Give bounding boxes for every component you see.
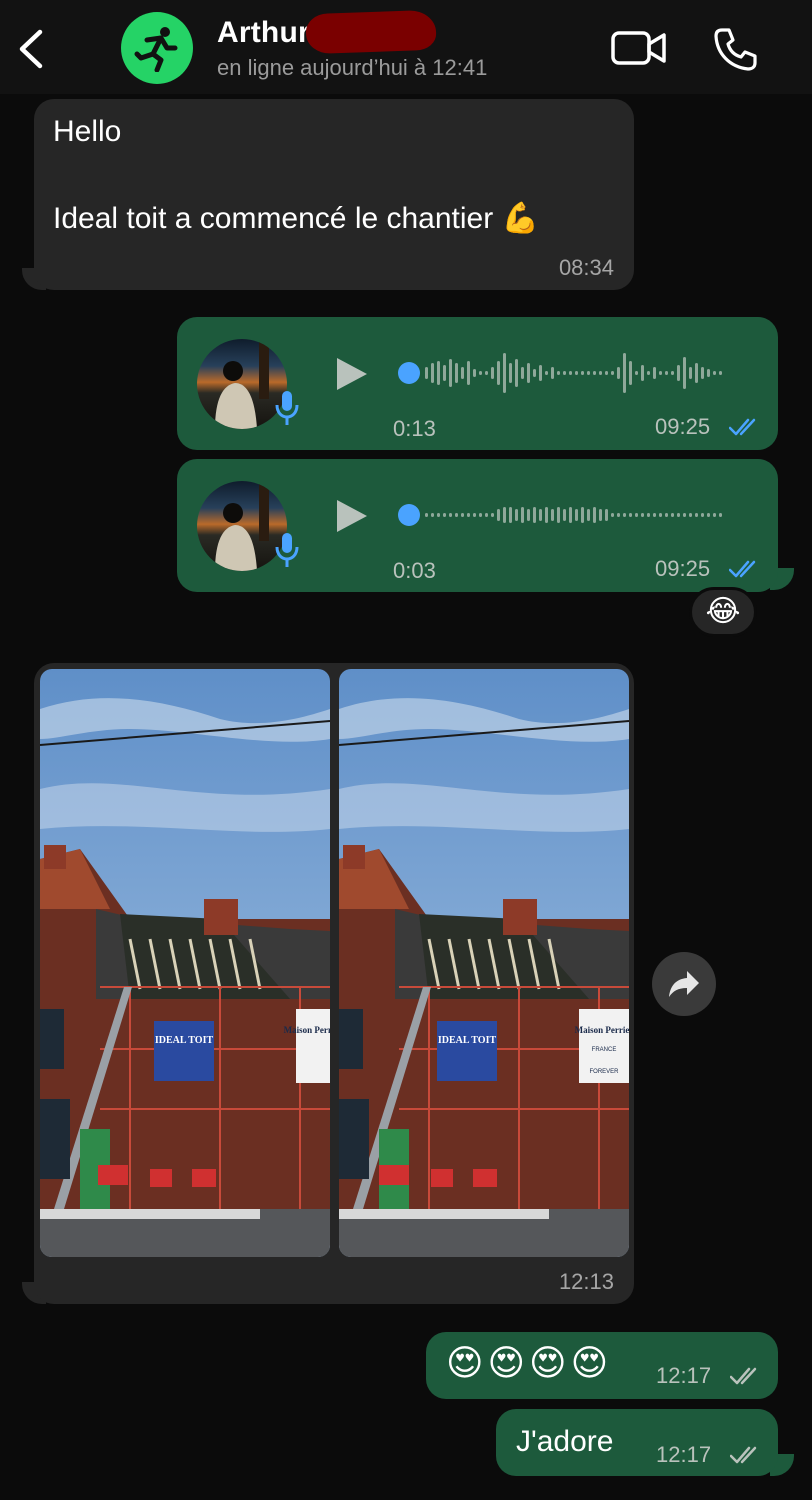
voice-message-bubble[interactable]: 0:13 09:25: [177, 317, 778, 450]
sign-france: FRANCE: [592, 1047, 617, 1053]
contact-name[interactable]: Arthur: [217, 16, 310, 50]
runner-icon: [134, 27, 178, 72]
message-text: Hello: [53, 115, 122, 148]
voice-message-bubble[interactable]: 0:03 09:25: [177, 459, 778, 592]
message-time: 08:34: [558, 255, 614, 280]
message-time: 09:25: [655, 556, 711, 581]
phone-icon[interactable]: [712, 26, 758, 72]
audio-waveform[interactable]: [397, 349, 747, 397]
message-text: J'adore: [516, 1425, 614, 1458]
building-photo: IDEAL TOIT Maison Perrier: [40, 669, 330, 1257]
message-time: 12:13: [558, 1269, 614, 1294]
forward-button[interactable]: [652, 952, 716, 1016]
chevron-left-icon[interactable]: [14, 28, 48, 70]
contact-avatar[interactable]: [121, 12, 193, 84]
voice-duration: 0:03: [393, 558, 436, 583]
message-text: Ideal toit a commencé le chantier 💪: [53, 202, 539, 235]
message-bubble-outgoing[interactable]: 😍😍😍😍 12:17: [426, 1332, 778, 1399]
sign-ideal-toit: IDEAL TOIT: [155, 1035, 214, 1046]
photo-album-bubble[interactable]: IDEAL TOIT Maison Perrier: [34, 663, 634, 1304]
message-bubble-incoming[interactable]: Hello Ideal toit a commencé le chantier …: [34, 99, 634, 290]
message-time: 12:17: [656, 1442, 712, 1467]
play-icon[interactable]: [335, 498, 369, 534]
sign-maison-perrier: Maison Perrier: [575, 1025, 629, 1035]
message-bubble-outgoing[interactable]: J'adore 12:17: [496, 1409, 778, 1476]
sign-ideal-toit: IDEAL TOIT: [438, 1035, 497, 1046]
double-check-icon: [729, 560, 756, 578]
microphone-icon: [275, 391, 299, 425]
building-photo: IDEAL TOIT Maison Perrier FRANCE FOREVER: [339, 669, 629, 1257]
forward-icon: [669, 971, 699, 997]
double-check-icon: [729, 418, 756, 436]
redaction-mark: [305, 9, 437, 55]
message-time: 09:25: [655, 414, 711, 439]
chat-header: Arthur en ligne aujourd’hui à 12:41: [0, 0, 812, 94]
audio-waveform[interactable]: [397, 491, 747, 539]
video-camera-icon[interactable]: [610, 28, 668, 68]
play-icon[interactable]: [335, 356, 369, 392]
photo-thumbnail[interactable]: IDEAL TOIT Maison Perrier: [40, 669, 330, 1257]
double-check-icon: [730, 1446, 757, 1464]
sign-maison-perrier: Maison Perrier: [284, 1025, 330, 1035]
reaction-badge[interactable]: 😂: [689, 587, 757, 637]
contact-status: en ligne aujourd’hui à 12:41: [217, 55, 488, 80]
message-text: 😍😍😍😍: [446, 1342, 613, 1383]
sign-forever: FOREVER: [589, 1069, 619, 1075]
message-time: 12:17: [656, 1363, 712, 1388]
double-check-icon: [730, 1367, 757, 1385]
microphone-icon: [275, 533, 299, 567]
voice-duration: 0:13: [393, 416, 436, 441]
photo-thumbnail[interactable]: IDEAL TOIT Maison Perrier FRANCE FOREVER: [339, 669, 629, 1257]
